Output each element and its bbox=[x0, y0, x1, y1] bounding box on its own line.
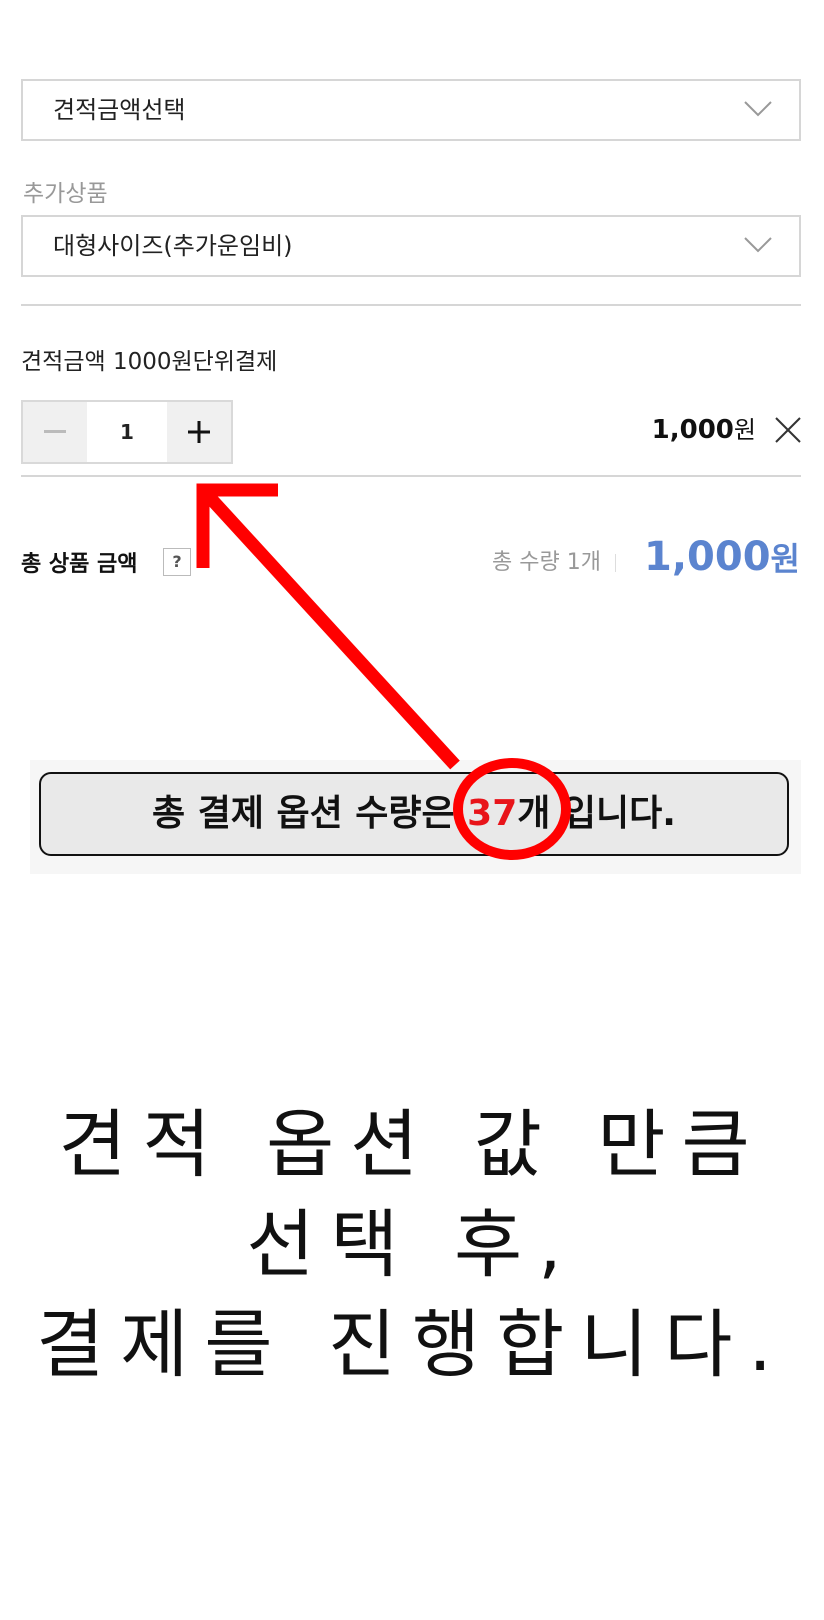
instruction-line-3: 결제를 진행합니다. bbox=[36, 1302, 788, 1388]
annotation-arrow bbox=[196, 483, 460, 770]
instruction-line-2: 선택 후, bbox=[246, 1202, 578, 1288]
instruction-line-1: 견적 옵션 값 만큼 bbox=[58, 1102, 766, 1188]
annotation-circle bbox=[453, 758, 571, 860]
